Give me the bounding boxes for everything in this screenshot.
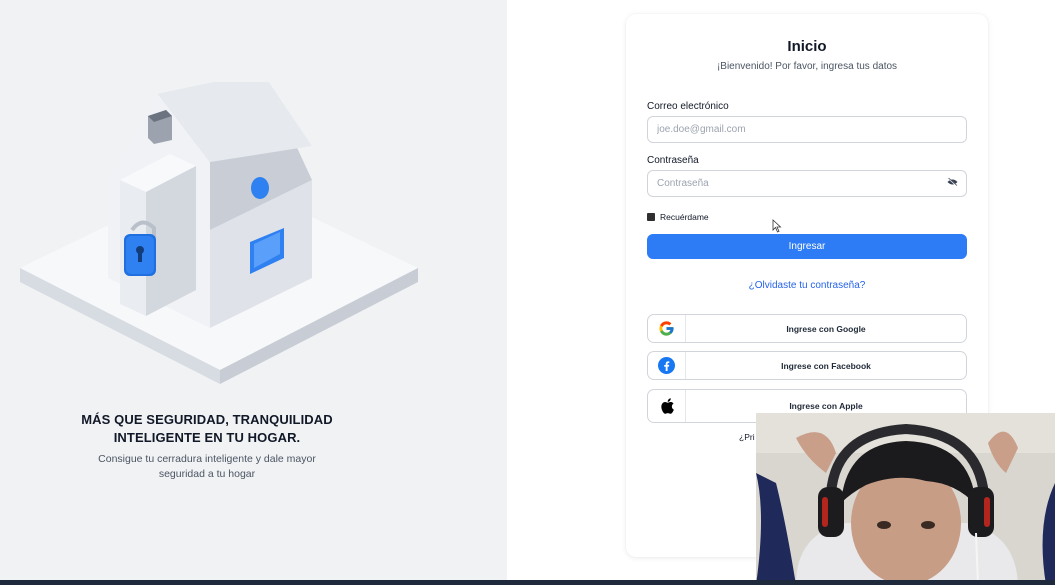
mouse-cursor-icon — [772, 219, 782, 233]
facebook-icon — [648, 352, 686, 379]
google-icon — [648, 315, 686, 342]
hero-title-line1: MÁS QUE SEGURIDAD, TRANQUILIDAD — [81, 412, 333, 427]
google-login-button[interactable]: Ingrese con Google — [647, 314, 967, 343]
forgot-password-link[interactable]: ¿Olvidaste tu contraseña? — [626, 280, 988, 291]
login-title: Inicio — [787, 38, 827, 55]
hero-subtitle-line2: seguridad a tu hogar — [158, 468, 256, 480]
remember-me[interactable]: Recuérdame — [647, 212, 709, 222]
remember-label: Recuérdame — [660, 212, 709, 222]
hero-title: MÁS QUE SEGURIDAD, TRANQUILIDAD INTELIGE… — [40, 411, 374, 447]
hero-subtitle-line1: Consigue tu cerradura inteligente y dale… — [98, 453, 316, 465]
webcam-overlay — [756, 413, 1055, 585]
password-label: Contraseña — [647, 155, 699, 166]
password-input[interactable] — [647, 170, 967, 197]
facebook-login-label: Ingrese con Facebook — [781, 360, 871, 371]
apple-login-label: Ingrese con Apple — [789, 401, 863, 411]
taskbar-edge — [0, 580, 1055, 585]
hero-title-line2: INTELIGENTE EN TU HOGAR. — [113, 430, 301, 445]
facebook-login-button[interactable]: Ingrese con Facebook — [647, 351, 967, 380]
eye-slash-icon[interactable] — [947, 177, 958, 187]
login-subtitle: ¡Bienvenido! Por favor, ingresa tus dato… — [716, 61, 898, 72]
login-button[interactable]: Ingresar — [647, 234, 967, 259]
hero-subtitle: Consigue tu cerradura inteligente y dale… — [82, 452, 332, 482]
apple-icon — [648, 390, 686, 422]
email-input[interactable] — [647, 116, 967, 143]
google-login-label: Ingrese con Google — [786, 323, 866, 334]
email-label: Correo electrónico — [647, 101, 729, 112]
remember-checkbox[interactable] — [647, 213, 655, 221]
register-prompt[interactable]: ¿Pri — [739, 432, 755, 442]
smart-home-illustration — [20, 82, 418, 384]
